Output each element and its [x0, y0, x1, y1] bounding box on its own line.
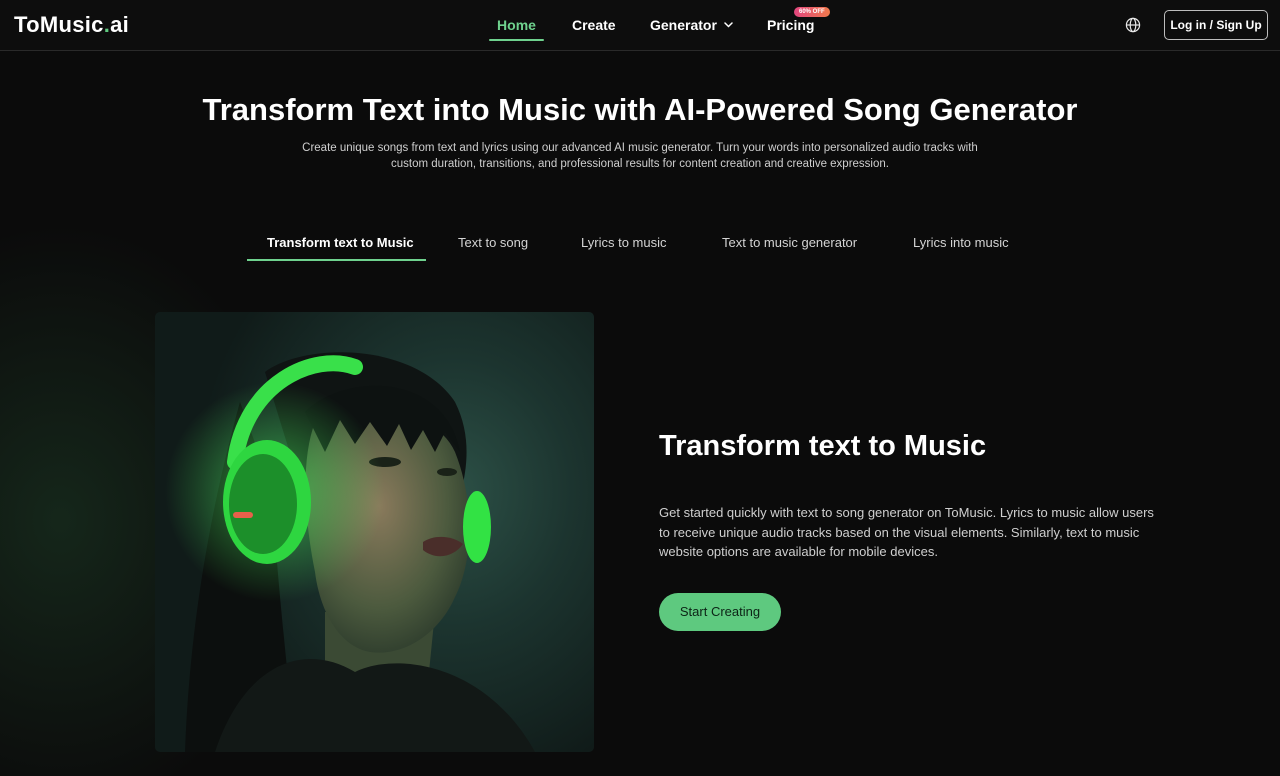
feature-title: Transform text to Music — [659, 430, 987, 462]
tab-text-to-music-generator[interactable]: Text to music generator — [722, 235, 857, 250]
headphones-portrait-illustration — [165, 352, 535, 752]
active-tab-indicator — [247, 259, 426, 261]
nav-home-active-indicator — [489, 39, 544, 41]
page-subtitle: Create unique songs from text and lyrics… — [302, 142, 978, 170]
nav-generator[interactable]: Generator — [650, 17, 733, 33]
tab-text-to-song[interactable]: Text to song — [458, 235, 528, 250]
nav-generator-label: Generator — [650, 17, 717, 33]
tab-transform-text-to-music[interactable]: Transform text to Music — [267, 235, 414, 250]
nav-create[interactable]: Create — [572, 17, 616, 33]
logo-name: ToMusic — [14, 12, 104, 37]
nav-home[interactable]: Home — [489, 17, 544, 33]
globe-icon[interactable] — [1125, 17, 1141, 33]
chevron-down-icon — [724, 22, 733, 28]
feature-tabs: Transform text to Music Text to song Lyr… — [0, 230, 1280, 262]
nav-pricing[interactable]: Pricing — [767, 17, 814, 33]
logo[interactable]: ToMusic.ai — [14, 12, 129, 38]
page-title: Transform Text into Music with AI-Powere… — [202, 92, 1078, 127]
start-creating-button[interactable]: Start Creating — [659, 593, 781, 631]
top-navbar: ToMusic.ai Home Create Generator Pricing… — [0, 0, 1280, 51]
feature-image — [155, 312, 594, 752]
discount-badge: 60% OFF — [794, 7, 830, 17]
feature-description: Get started quickly with text to song ge… — [659, 505, 1154, 559]
logo-tld: ai — [110, 12, 130, 37]
login-signup-button[interactable]: Log in / Sign Up — [1164, 10, 1268, 40]
tab-lyrics-into-music[interactable]: Lyrics into music — [913, 235, 1009, 250]
tab-lyrics-to-music[interactable]: Lyrics to music — [581, 235, 666, 250]
